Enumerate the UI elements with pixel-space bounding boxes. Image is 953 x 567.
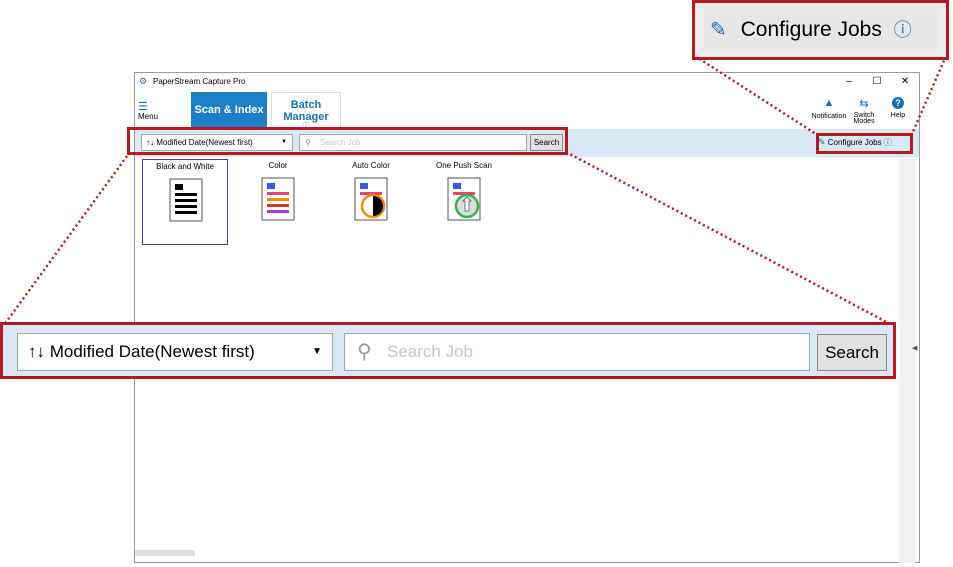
color-doc-icon: [261, 177, 295, 221]
help-button[interactable]: ? Help: [883, 97, 913, 127]
sort-icon: ↑↓: [28, 342, 45, 361]
help-label: Help: [890, 112, 906, 119]
notification-label: Notification: [811, 113, 847, 120]
configure-jobs-zoom-label: Configure Jobs: [740, 18, 882, 41]
chevron-down-icon: ▼: [312, 346, 322, 357]
job-tile-auto-color[interactable]: Auto Color: [328, 159, 414, 245]
info-icon: ⓘ: [893, 20, 912, 40]
search-input-zoom: ⚲ Search Job: [344, 333, 810, 371]
toolbar-zoom-callout: ↑↓ Modified Date(Newest first) ▼ ⚲ Searc…: [0, 322, 896, 379]
window-title: PaperStream Capture Pro: [153, 77, 246, 86]
search-placeholder-zoom: Search Job: [387, 342, 473, 361]
app-logo-icon: ⚙: [139, 76, 148, 86]
switch-modes-button[interactable]: ⇆ Switch Modes: [846, 97, 882, 127]
sort-value-zoom: Modified Date(Newest first): [49, 342, 255, 361]
job-label: One Push Scan: [435, 161, 493, 170]
search-button-zoom: Search: [817, 334, 887, 371]
job-tile-color[interactable]: Color: [235, 159, 321, 245]
job-tile-one-push-scan[interactable]: One Push Scan: [421, 159, 507, 245]
collapse-arrow-icon[interactable]: ◀: [912, 344, 917, 352]
horizontal-scrollbar[interactable]: [135, 550, 195, 556]
title-bar: ⚙ PaperStream Capture Pro – ☐ ✕: [135, 73, 919, 91]
hamburger-icon: ☰: [138, 101, 148, 113]
job-label: Auto Color: [352, 161, 390, 170]
edit-icon: ✎: [710, 19, 727, 41]
job-label: Color: [268, 161, 288, 170]
tab-batch-manager-label: Batch Manager: [283, 99, 329, 123]
auto-color-doc-icon: [354, 177, 388, 221]
configure-jobs-zoom: ✎ Configure Jobs ⓘ: [704, 9, 937, 51]
configure-jobs-zoom-callout: ✎ Configure Jobs ⓘ: [692, 0, 949, 60]
bell-icon: ▲: [823, 97, 835, 109]
job-label: Black and White: [156, 162, 214, 171]
vertical-scrollbar[interactable]: [899, 159, 915, 563]
black-and-white-doc-icon: [169, 178, 203, 222]
minimize-button[interactable]: –: [837, 75, 861, 89]
tab-batch-manager[interactable]: Batch Manager ⓘ: [271, 92, 341, 130]
switch-modes-icon: ⇆: [859, 98, 869, 110]
toolbar-highlight: [127, 127, 568, 155]
switch-modes-label: Switch Modes: [853, 112, 875, 125]
tab-scan-and-index[interactable]: Scan & Index: [191, 92, 267, 129]
configure-jobs-highlight: [816, 133, 913, 154]
menu-button[interactable]: ☰ Menu: [138, 101, 164, 125]
help-icon: ?: [892, 97, 904, 109]
menu-label: Menu: [138, 112, 159, 121]
job-tile-black-and-white[interactable]: Black and White: [142, 159, 228, 245]
notification-button[interactable]: ▲ Notification: [810, 97, 848, 127]
search-icon: ⚲: [357, 341, 372, 363]
close-button[interactable]: ✕: [893, 75, 917, 89]
sort-dropdown-zoom: ↑↓ Modified Date(Newest first) ▼: [17, 333, 333, 371]
one-push-scan-doc-icon: [447, 177, 481, 221]
maximize-button[interactable]: ☐: [865, 75, 889, 89]
ribbon: ☰ Menu Scan & Index Batch Manager ⓘ ▲ No…: [135, 91, 919, 130]
